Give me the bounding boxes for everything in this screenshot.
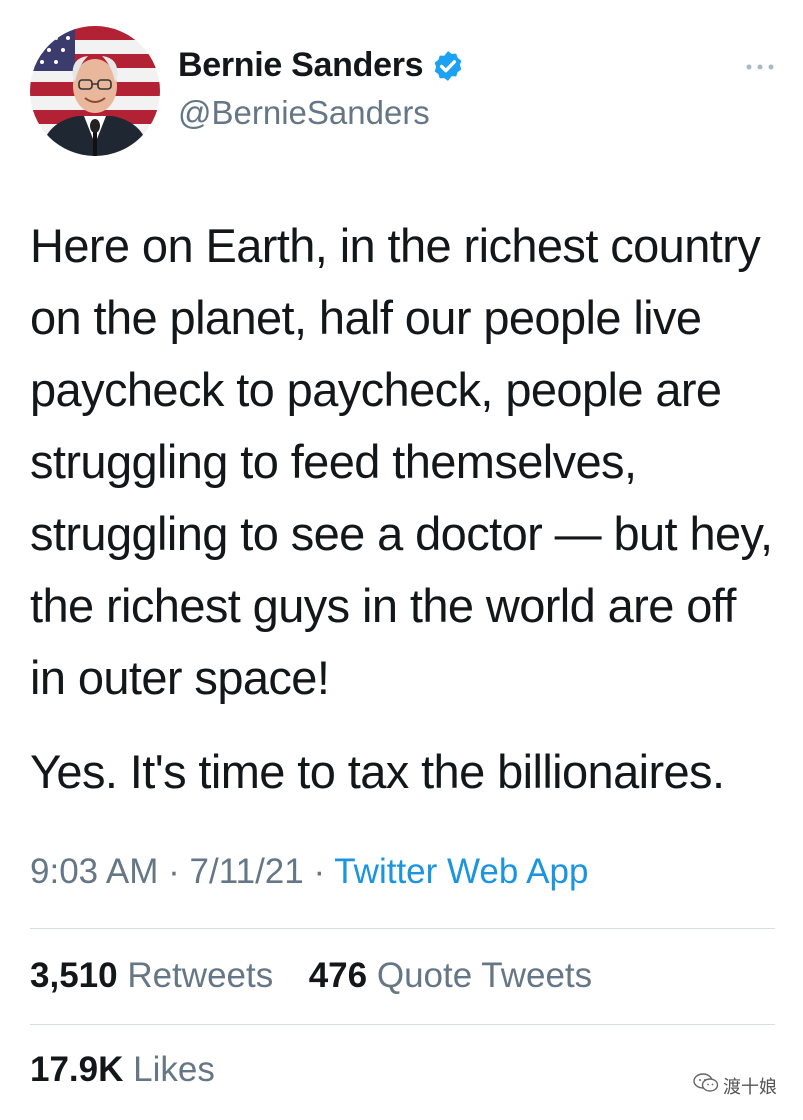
quote-tweets-label: Quote Tweets <box>376 956 593 995</box>
tweet-metadata: 9:03 AM · 7/11/21 · Twitter Web App <box>30 852 588 892</box>
user-handle[interactable]: @BernieSanders <box>178 94 430 132</box>
verified-badge-icon <box>431 49 465 83</box>
display-name[interactable]: Bernie Sanders <box>178 46 424 85</box>
likes-label: Likes <box>133 1050 215 1089</box>
avatar[interactable] <box>30 26 160 156</box>
tweet-paragraph: Here on Earth, in the richest country on… <box>30 219 773 704</box>
likes-count: 17.9K <box>30 1050 124 1089</box>
meta-separator: · <box>168 852 180 891</box>
quote-tweets-count: 476 <box>308 956 368 995</box>
retweets-count: 3,510 <box>30 956 118 995</box>
tweet-header: Bernie Sanders @BernieSanders <box>30 26 775 156</box>
tweet-paragraph: Yes. It's time to tax the billionaires. <box>30 745 725 798</box>
more-options-icon[interactable] <box>745 60 775 72</box>
likes-stat[interactable]: 17.9K Likes <box>30 1050 215 1089</box>
tweet-date[interactable]: 7/11/21 <box>190 852 304 891</box>
divider <box>30 1024 775 1025</box>
engagement-stats-row: 3,510 Retweets 476 Quote Tweets <box>30 956 592 996</box>
avatar-image <box>30 26 160 156</box>
meta-separator: · <box>313 852 326 891</box>
tweet-source-link[interactable]: Twitter Web App <box>334 852 588 891</box>
tweet-text: Here on Earth, in the richest country on… <box>30 210 775 808</box>
likes-stats-row: 17.9K Likes <box>30 1050 215 1090</box>
tweet-card: Bernie Sanders @BernieSanders Here on Ea… <box>0 0 803 1120</box>
wechat-icon <box>693 1072 719 1099</box>
divider <box>30 928 775 929</box>
quote-tweets-stat[interactable]: 476 Quote Tweets <box>309 956 592 995</box>
watermark: 渡十娘 <box>693 1072 777 1099</box>
tweet-time[interactable]: 9:03 AM <box>30 852 158 891</box>
watermark-text: 渡十娘 <box>723 1076 777 1098</box>
name-row: Bernie Sanders <box>178 46 465 85</box>
retweets-label: Retweets <box>127 956 274 995</box>
retweets-stat[interactable]: 3,510 Retweets <box>30 956 283 995</box>
